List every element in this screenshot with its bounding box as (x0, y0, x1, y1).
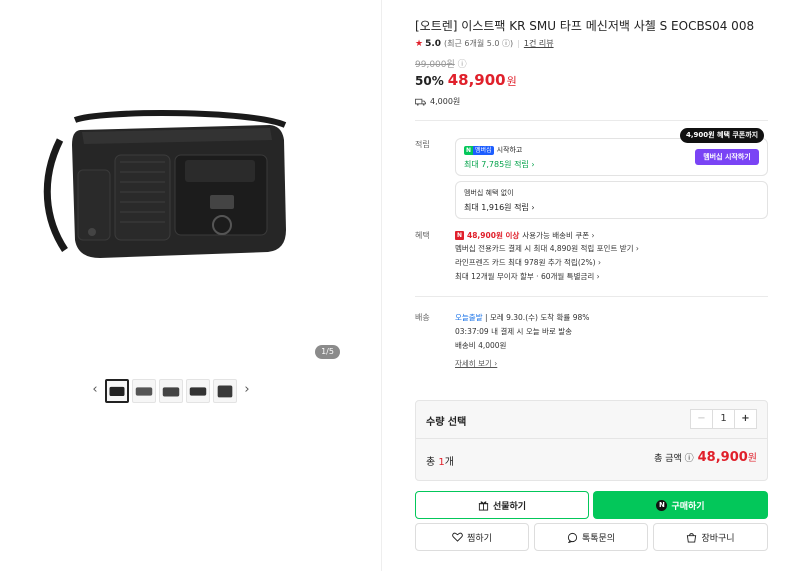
total-prefix: 총 (426, 457, 439, 468)
delivery-details-link[interactable]: 자세히 보기 › (455, 358, 497, 369)
coupon-highlight: 48,900원 이상 (467, 231, 520, 240)
npay-membership-tag: 멤버십 (473, 145, 494, 155)
quantity-plus-button[interactable]: + (734, 410, 756, 428)
product-title: [오트렌] 이스트팩 KR SMU 타프 메신저백 사첼 S EOCBS04 0… (415, 19, 755, 33)
npay-n-icon: N (464, 145, 474, 155)
total-amount-label: 총 금액 ⓘ (654, 454, 694, 464)
rating-score: 5.0 (425, 38, 442, 49)
thumbnail-strip: ‹ › (88, 379, 254, 403)
benefit-line-card[interactable]: 라인프렌즈 카드 최대 978원 추가 적립(2%) › (455, 257, 601, 268)
sale-price: 48,900 (447, 71, 506, 89)
gift-button[interactable]: 선물하기 (415, 491, 589, 519)
quantity-minus-button[interactable]: − (691, 410, 713, 428)
basic-max-points[interactable]: 최대 1,916원 적립 › (464, 202, 535, 213)
coupon-badge-icon: N (455, 231, 464, 240)
total-count: 총 1개 (426, 453, 454, 468)
quantity-stepper: − 1 + (690, 409, 757, 429)
delivery-label: 배송 (415, 313, 430, 322)
benefit-installment[interactable]: 최대 12개월 무이자 할부 · 60개월 특별금리 › (455, 271, 600, 282)
cart-button[interactable]: 장바구니 (653, 523, 768, 551)
divider (415, 296, 768, 297)
divider (416, 438, 767, 439)
buy-button[interactable]: N 구매하기 (593, 491, 768, 519)
npay-start-text: 시작하고 (496, 146, 523, 154)
benefit-membership-card[interactable]: 멤버십 전용카드 결제 시 최대 4,890원 적립 포인트 받기 › (455, 243, 639, 254)
coupon-text: 사용가능 배송비 쿠폰 › (522, 231, 595, 240)
price-row: 50% 48,900 원 (415, 71, 517, 89)
npay-row: N 멤버십 시작하고 (464, 145, 522, 155)
star-icon: ★ (415, 38, 424, 49)
rating-detail: (최근 6개월 5.0 ⓘ) (444, 39, 514, 48)
delivery-eta: 모레 9.30.(수) 도착 확률 98% (489, 313, 590, 322)
npay-badge: N 멤버십 (464, 145, 494, 155)
shipping-fee: 4,000원 (430, 97, 461, 106)
info-icon[interactable]: ⓘ (458, 60, 467, 70)
quantity-panel: 수량 선택 − 1 + 총 1개 총 금액 ⓘ 48,900원 (415, 400, 768, 481)
divider (415, 120, 768, 121)
total-suffix: 개 (444, 457, 454, 468)
thumbnail-1[interactable] (105, 379, 129, 403)
thumbnail-2[interactable] (132, 379, 156, 403)
thumbnail-3[interactable] (159, 379, 183, 403)
thumbnail-5[interactable] (213, 379, 237, 403)
shipping-row: 4,000원 (415, 96, 460, 107)
basic-points-box[interactable]: 멤버십 혜택 없이 최대 1,916원 적립 › (455, 181, 768, 219)
benefits-label: 혜택 (415, 231, 430, 240)
page-indicator: 1/5 (315, 345, 340, 359)
quantity-value[interactable]: 1 (713, 410, 734, 428)
delivery-cutoff: 03:37:09 내 결제 시 오늘 바로 발송 (455, 327, 572, 336)
chat-icon (567, 532, 578, 543)
today-shipping-tag: 오늘출발 (455, 313, 483, 322)
thumb-prev-arrow-icon[interactable]: ‹ (88, 379, 102, 403)
thumbnail-4[interactable] (186, 379, 210, 403)
cart-label: 장바구니 (701, 533, 735, 544)
review-link[interactable]: 1건 리뷰 (524, 38, 554, 49)
discount-rate: 50% (415, 74, 444, 88)
talk-label: 톡톡문의 (581, 533, 616, 544)
wish-label: 찜하기 (467, 533, 492, 544)
benefit-coupon[interactable]: N 48,900원 이상 사용가능 배송비 쿠폰 › (455, 230, 595, 241)
product-gallery: 1/5 ‹ › (0, 0, 382, 571)
points-label: 적립 (415, 140, 430, 149)
membership-start-button[interactable]: 멤버십 시작하기 (695, 149, 759, 165)
details-link-text[interactable]: 자세히 보기 › (455, 359, 497, 368)
gift-label: 선물하기 (492, 501, 527, 512)
coupon-tooltip: 4,900원 혜택 쿠폰까지 (680, 128, 765, 143)
total-amount-value: 48,900 (697, 450, 748, 465)
talk-inquiry-button[interactable]: 톡톡문의 (534, 523, 648, 551)
total-amount: 총 금액 ⓘ 48,900원 (654, 449, 757, 465)
product-image[interactable] (20, 100, 340, 270)
delivery-eta-row: 오늘출발 | 모레 9.30.(수) 도착 확률 98% (455, 312, 589, 323)
npay-icon: N (656, 499, 668, 511)
max-points[interactable]: 최대 7,785원 적립 › (464, 159, 535, 170)
rating-row: ★ 5.0 (최근 6개월 5.0 ⓘ) | 1건 리뷰 (415, 38, 554, 49)
original-price-value: 99,000원 (415, 60, 455, 70)
no-membership-text: 멤버십 혜택 없이 (464, 189, 514, 197)
separator: | (517, 39, 520, 48)
wish-button[interactable]: 찜하기 (415, 523, 529, 551)
quantity-label: 수량 선택 (426, 417, 467, 428)
thumb-next-arrow-icon[interactable]: › (240, 379, 254, 403)
heart-icon (452, 532, 463, 542)
cart-icon (687, 532, 697, 543)
buy-label: 구매하기 (671, 501, 705, 512)
total-currency: 원 (747, 453, 757, 464)
delivery-fee: 배송비 4,000원 (455, 341, 507, 350)
original-price: 99,000원 ⓘ (415, 57, 467, 70)
truck-icon (415, 98, 426, 106)
gift-icon (478, 500, 489, 511)
currency-label: 원 (506, 75, 517, 88)
